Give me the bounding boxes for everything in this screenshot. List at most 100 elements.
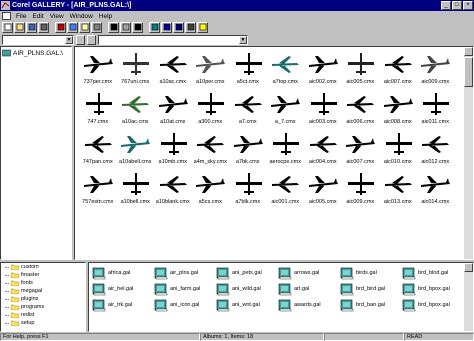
clip-item[interactable]: aic009.cmx xyxy=(342,170,380,210)
clip-item[interactable]: aic009.cmx xyxy=(417,50,455,90)
document-menu-icon[interactable] xyxy=(2,12,11,20)
clip-item[interactable]: aic013.cmx xyxy=(379,170,417,210)
menu-window[interactable]: Window xyxy=(67,13,96,20)
clip-item[interactable]: aic005.cmx xyxy=(304,170,342,210)
clip-item[interactable]: aic005.cmx xyxy=(342,50,380,90)
clip-item[interactable]: a7top.cmx xyxy=(267,50,305,90)
clip-item[interactable]: aic007.cmx xyxy=(342,130,380,170)
clip-item[interactable]: aic007.cmx xyxy=(379,50,417,90)
gallery-item[interactable]: ani_pets.gal xyxy=(216,265,278,281)
gallery-item[interactable]: africa.gal xyxy=(92,265,154,281)
folder-item[interactable]: plugins xyxy=(1,295,85,303)
gallery-item[interactable]: brd_bpox.gal xyxy=(402,297,464,313)
clip-item[interactable]: a10blank.cmx xyxy=(154,170,192,210)
help-button[interactable] xyxy=(197,21,208,33)
folder-item[interactable]: custom xyxy=(1,263,85,271)
copy-button[interactable] xyxy=(67,21,78,33)
scroll-left-button[interactable] xyxy=(76,34,85,45)
gallery-item[interactable]: air_plns.gal xyxy=(154,265,216,281)
clip-item[interactable]: aic002.cmx xyxy=(304,50,342,90)
close-button[interactable]: × xyxy=(463,1,473,10)
gallery-item[interactable]: brd_blnd.gal xyxy=(402,265,464,281)
save-button[interactable] xyxy=(26,21,37,33)
gallery-item[interactable]: air_hel.gal xyxy=(92,281,154,297)
tree-root[interactable]: AIR_PLNS.GAL:\ xyxy=(1,47,71,59)
clip-item[interactable]: aic003.cmx xyxy=(304,90,342,130)
gallery-item[interactable]: ani_icon.gal xyxy=(154,297,216,313)
clip-item[interactable]: a7.cmx xyxy=(229,90,267,130)
clip-item[interactable]: aerocpe.cmx xyxy=(267,130,305,170)
clip-item[interactable]: aic001.cmx xyxy=(267,170,305,210)
find-button[interactable] xyxy=(91,21,102,33)
minimize-button[interactable]: _ xyxy=(441,1,451,10)
small-buttons-icon[interactable] xyxy=(161,21,172,33)
clip-item[interactable]: aic008.cmx xyxy=(379,90,417,130)
clip-item[interactable]: a7blk.cmx xyxy=(229,170,267,210)
clip-item[interactable]: 747pan.cmx xyxy=(79,130,117,170)
clip-item[interactable]: 757estn.cmx xyxy=(79,170,117,210)
clip-item[interactable]: a_7.cmx xyxy=(267,90,305,130)
gallery-item[interactable]: ani_wnt.gal xyxy=(216,297,278,313)
menu-edit[interactable]: Edit xyxy=(29,13,46,20)
album-combo[interactable]: ▼ xyxy=(2,34,74,45)
menu-file[interactable]: File xyxy=(13,13,29,20)
menu-help[interactable]: Help xyxy=(96,13,115,20)
clip-item[interactable]: a10at.cmx xyxy=(154,90,192,130)
clip-item[interactable]: a10bell.cmx xyxy=(117,170,155,210)
scroll-thumb[interactable] xyxy=(464,57,473,87)
clip-item[interactable]: a300.cmx xyxy=(192,90,230,130)
clip-item[interactable]: a10abell.cmx xyxy=(117,130,155,170)
clip-item[interactable]: aic010.cmx xyxy=(379,130,417,170)
gallery-item[interactable]: brd_bird.gal xyxy=(340,281,402,297)
binoculars-button[interactable] xyxy=(108,21,119,33)
gallery-item[interactable]: ani_farm.gal xyxy=(154,281,216,297)
gallery-scroll-up-button[interactable] xyxy=(464,263,473,272)
new-button[interactable] xyxy=(2,21,13,33)
clip-item[interactable]: a5ct.cmx xyxy=(229,50,267,90)
clip-item[interactable]: aic004.cmx xyxy=(304,130,342,170)
clip-item[interactable]: aic014.cmx xyxy=(417,170,455,210)
folder-item[interactable]: redist xyxy=(1,311,85,319)
details-button[interactable] xyxy=(185,21,196,33)
clip-item[interactable]: aic011.cmx xyxy=(417,90,455,130)
list-button[interactable] xyxy=(173,21,184,33)
clip-item[interactable]: a10ac.cmx xyxy=(117,90,155,130)
menu-view[interactable]: View xyxy=(47,13,67,20)
clip-item[interactable]: aic012.cmx xyxy=(417,130,455,170)
folder-item[interactable]: setup xyxy=(1,319,85,327)
clip-item[interactable]: a10ac.cmx xyxy=(154,50,192,90)
clip-item[interactable]: aic006.cmx xyxy=(342,90,380,130)
print-button[interactable] xyxy=(38,21,49,33)
open-button[interactable] xyxy=(14,21,25,33)
clip-item[interactable]: a4m_sky.cmx xyxy=(192,130,230,170)
clip-item[interactable]: a10mb.cmx xyxy=(154,130,192,170)
scroll-right-button[interactable] xyxy=(87,34,96,45)
gallery-item[interactable]: awards.gal xyxy=(278,297,340,313)
clip-item[interactable]: 737per.cmx xyxy=(79,50,117,90)
gallery-item[interactable]: air_trk.gal xyxy=(92,297,154,313)
clip-item[interactable]: a7bk.cmx xyxy=(229,130,267,170)
large-buttons-icon[interactable] xyxy=(149,21,160,33)
scroll-up-button[interactable] xyxy=(464,47,473,56)
folder-item[interactable]: fmaster xyxy=(1,271,85,279)
gallery-item[interactable]: arrows.gal xyxy=(278,265,340,281)
cut-button[interactable] xyxy=(55,21,66,33)
gallery-item[interactable]: ani_wild.gal xyxy=(216,281,278,297)
scissors-button[interactable] xyxy=(120,21,131,33)
arrow-button[interactable] xyxy=(132,21,143,33)
clip-item[interactable]: a10per.cmx xyxy=(192,50,230,90)
corel-gallery-app-icon[interactable] xyxy=(1,1,10,10)
main-vertical-scrollbar[interactable] xyxy=(464,47,473,259)
folder-item[interactable]: megagal xyxy=(1,287,85,295)
clip-item[interactable]: a5cs.cmx xyxy=(192,170,230,210)
gallery-vertical-scrollbar[interactable] xyxy=(464,263,473,331)
paste-button[interactable] xyxy=(79,21,90,33)
folder-item[interactable]: programs xyxy=(1,303,85,311)
folder-item[interactable]: fonts xyxy=(1,279,85,287)
gallery-item[interactable]: birds.gal xyxy=(340,265,402,281)
maximize-button[interactable]: □ xyxy=(452,1,462,10)
gallery-item[interactable]: brd_bpox.gal xyxy=(402,281,464,297)
clip-item[interactable]: 767uni.cmx xyxy=(117,50,155,90)
gallery-item[interactable]: brd_ban.gal xyxy=(340,297,402,313)
gallery-item[interactable]: art.gal xyxy=(278,281,340,297)
